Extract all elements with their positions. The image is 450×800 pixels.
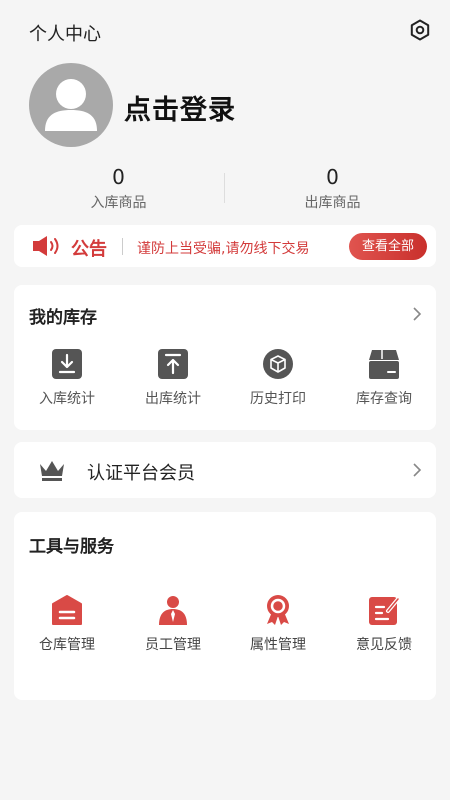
view-all-button[interactable]: 查看全部 bbox=[349, 233, 427, 260]
settings-icon[interactable] bbox=[408, 18, 432, 42]
user-icon bbox=[45, 79, 97, 131]
inbound-stats-item[interactable]: 入库统计 bbox=[14, 348, 120, 408]
stock-query-icon bbox=[369, 350, 399, 379]
crown-icon bbox=[40, 461, 64, 481]
notice-bar: 公告 谨防上当受骗,请勿线下交易 查看全部 bbox=[14, 225, 436, 267]
attribute-icon bbox=[267, 595, 289, 625]
inventory-title: 我的库存 bbox=[29, 308, 97, 328]
attribute-manage-item[interactable]: 属性管理 bbox=[225, 594, 331, 654]
page-title: 个人中心 bbox=[29, 24, 101, 45]
feedback-item[interactable]: 意见反馈 bbox=[331, 594, 437, 654]
notice-divider bbox=[122, 238, 123, 255]
outbound-goods-stat[interactable]: 0 出库商品 bbox=[220, 164, 445, 212]
feedback-label: 意见反馈 bbox=[356, 637, 412, 653]
outbound-icon bbox=[158, 349, 188, 379]
inbound-goods-stat[interactable]: 0 入库商品 bbox=[6, 164, 231, 212]
outbound-stats-label: 出库统计 bbox=[145, 391, 201, 407]
tools-card: 工具与服务 仓库管理 员工管理 属性管理 意见反馈 bbox=[14, 512, 436, 700]
staff-manage-item[interactable]: 员工管理 bbox=[120, 594, 226, 654]
staff-icon bbox=[159, 596, 187, 625]
stock-query-label: 库存查询 bbox=[356, 391, 412, 407]
inbound-stats-label: 入库统计 bbox=[39, 391, 95, 407]
top-bar: 个人中心 bbox=[0, 0, 450, 60]
warehouse-icon bbox=[52, 595, 82, 625]
inbound-goods-label: 入库商品 bbox=[90, 195, 147, 211]
chevron-right-icon[interactable] bbox=[410, 307, 424, 321]
member-card[interactable]: 认证平台会员 bbox=[14, 442, 436, 498]
inbound-goods-count: 0 bbox=[112, 165, 125, 189]
warehouse-manage-item[interactable]: 仓库管理 bbox=[14, 594, 120, 654]
history-print-icon bbox=[263, 349, 293, 379]
staff-manage-label: 员工管理 bbox=[145, 637, 201, 653]
outbound-stats-item[interactable]: 出库统计 bbox=[120, 348, 226, 408]
megaphone-icon bbox=[33, 236, 59, 256]
history-print-item[interactable]: 历史打印 bbox=[225, 348, 331, 408]
outbound-goods-count: 0 bbox=[326, 165, 339, 189]
notice-title: 公告 bbox=[71, 239, 107, 260]
inventory-card: 我的库存 入库统计 出库统计 历史打印 库存查询 bbox=[14, 285, 436, 430]
chevron-right-icon[interactable] bbox=[410, 463, 424, 477]
tools-title: 工具与服务 bbox=[29, 537, 114, 557]
warehouse-manage-label: 仓库管理 bbox=[39, 637, 95, 653]
inbound-icon bbox=[52, 349, 82, 379]
feedback-icon bbox=[369, 597, 400, 625]
member-label: 认证平台会员 bbox=[87, 463, 195, 484]
avatar[interactable] bbox=[29, 63, 113, 147]
attribute-manage-label: 属性管理 bbox=[250, 637, 306, 653]
notice-text: 谨防上当受骗,请勿线下交易 bbox=[137, 241, 310, 257]
outbound-goods-label: 出库商品 bbox=[304, 195, 361, 211]
login-link[interactable]: 点击登录 bbox=[124, 88, 236, 127]
stock-query-item[interactable]: 库存查询 bbox=[331, 348, 437, 408]
history-print-label: 历史打印 bbox=[250, 391, 306, 407]
